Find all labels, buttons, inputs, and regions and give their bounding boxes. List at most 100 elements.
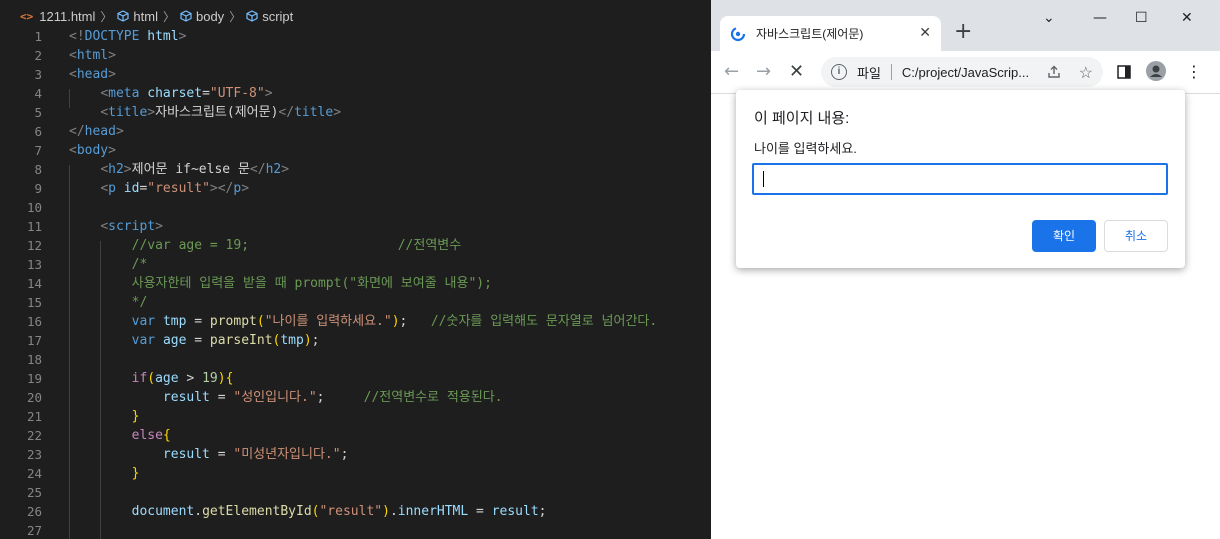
code-line[interactable]: 6 </head> [0,122,711,141]
bookmark-star-icon[interactable]: ☆ [1079,63,1093,83]
code-line[interactable]: 4 <meta charset="UTF-8"> [0,84,711,103]
code-token: > [147,105,156,120]
code-token: result [162,390,210,405]
code-token: > [281,162,290,177]
code-token: ></ [209,181,234,196]
tab-search-icon[interactable]: ⌄ [1043,10,1055,26]
code-token: id [123,181,140,196]
code-token: ; [538,504,547,519]
code-line[interactable]: 21 } [0,407,711,426]
browser-tab[interactable]: 자바스크립트(제어문) ✕ [720,16,941,51]
code-line[interactable]: 10 [0,198,711,217]
side-panel-icon[interactable] [1117,65,1131,79]
code-line[interactable]: 1 <!DOCTYPE html> [0,27,711,46]
minimize-icon[interactable]: — [1093,10,1107,26]
code-text: <title>자바스크립트(제어문)</title> [69,103,341,122]
code-line[interactable]: 22 else{ [0,426,711,445]
code-token: "UTF-8" [209,86,265,101]
code-token: < [100,86,109,101]
code-line[interactable]: 27 [0,521,711,539]
code-text: var tmp = prompt("나이를 입력하세요."); //숫자를 입력… [69,312,658,331]
code-token: 19 [202,371,218,386]
code-line[interactable]: 17 var age = parseInt(tmp); [0,331,711,350]
code-text: <meta charset="UTF-8"> [69,84,273,103]
code-token: prompt [209,314,257,329]
code-line[interactable]: 12 //var age = 19; //전역변수 [0,236,711,255]
share-icon[interactable] [1047,65,1061,79]
code-line[interactable]: 26 document.getElementById("result").inn… [0,502,711,521]
line-number: 21 [26,409,42,424]
code-token: } [131,409,140,424]
close-tab-icon[interactable]: ✕ [919,25,931,41]
url-text[interactable]: C:/project/JavaScrip... [902,65,1029,80]
code-text: <h2>제어문 if~else 문</h2> [69,160,289,179]
close-window-icon[interactable]: ✕ [1181,10,1193,26]
element-icon [117,10,130,22]
code-line[interactable]: 11 <script> [0,217,711,236]
breadcrumb-file[interactable]: <> 1211.html [20,9,95,24]
code-line[interactable]: 19 if(age > 19){ [0,369,711,388]
maximize-icon[interactable]: ☐ [1135,10,1148,26]
menu-kebab-icon[interactable]: ⋮ [1186,64,1202,80]
breadcrumb-item[interactable]: html [117,9,158,24]
code-token: > [264,86,273,101]
code-token: > [241,181,250,196]
code-token: "성인입니다." [233,390,317,405]
code-line[interactable]: 8 <h2>제어문 if~else 문</h2> [0,160,711,179]
code-token: > [108,143,116,158]
back-icon[interactable]: ← [724,61,739,83]
breadcrumb-item[interactable]: body [180,9,224,24]
code-line[interactable]: 24 } [0,464,711,483]
code-line[interactable]: 14 사용자한테 입력을 받을 때 prompt("화면에 보여줄 내용"); [0,274,711,293]
code-line[interactable]: 18 [0,350,711,369]
profile-avatar-icon[interactable] [1146,61,1166,81]
code-token: ( [147,371,156,386]
code-line[interactable]: 3 <head> [0,65,711,84]
line-number: 16 [26,314,42,329]
stop-loading-icon[interactable]: ✕ [789,61,804,83]
code-line[interactable]: 13 /* [0,255,711,274]
new-tab-button[interactable]: + [954,20,972,44]
address-bar[interactable]: i 파일 C:/project/JavaScrip... ☆ [821,57,1103,87]
code-editor[interactable]: <> 1211.html 〉 html 〉 body 〉 script 1 <!D… [0,0,711,539]
code-line[interactable]: 16 var tmp = prompt("나이를 입력하세요."); //숫자를… [0,312,711,331]
line-number: 6 [34,124,42,139]
breadcrumb: <> 1211.html 〉 html 〉 body 〉 script [0,4,293,28]
code-line[interactable]: 9 <p id="result"></p> [0,179,711,198]
code-token: > [115,124,124,139]
line-number: 18 [26,352,42,367]
code-token: < [100,162,109,177]
prompt-input[interactable] [752,163,1168,195]
code-token: = [186,314,210,329]
info-icon[interactable]: i [831,64,847,80]
code-line[interactable]: 23 result = "미성년자입니다."; [0,445,711,464]
code-text: } [69,464,140,483]
ok-button[interactable]: 확인 [1032,220,1096,252]
code-line[interactable]: 25 [0,483,711,502]
loading-favicon-icon [730,26,746,41]
code-token: var [131,314,156,329]
breadcrumb-item[interactable]: script [246,9,293,24]
forward-icon[interactable]: → [756,61,771,83]
code-token: { [162,428,171,443]
code-line[interactable]: 5 <title>자바스크립트(제어문)</title> [0,103,711,122]
code-token: 사용자한테 입력을 받을 때 prompt("화면에 보여줄 내용"); [131,276,492,291]
code-token: */ [131,295,148,310]
code-line[interactable]: 15 */ [0,293,711,312]
code-token: age [162,333,187,348]
code-text: <!DOCTYPE html> [69,27,186,46]
code-token: title [108,105,148,120]
code-token: { [225,371,234,386]
tab-title: 자바스크립트(제어문) [756,27,864,41]
code-line[interactable]: 20 result = "성인입니다."; //전역변수로 적용된다. [0,388,711,407]
code-token: DOCTYPE [84,29,140,44]
code-token: ; [399,314,431,329]
cancel-button[interactable]: 취소 [1104,220,1168,252]
dialog-message: 나이를 입력하세요. [754,141,857,156]
code-line[interactable]: 2 <html> [0,46,711,65]
code-line[interactable]: 7 <body> [0,141,711,160]
